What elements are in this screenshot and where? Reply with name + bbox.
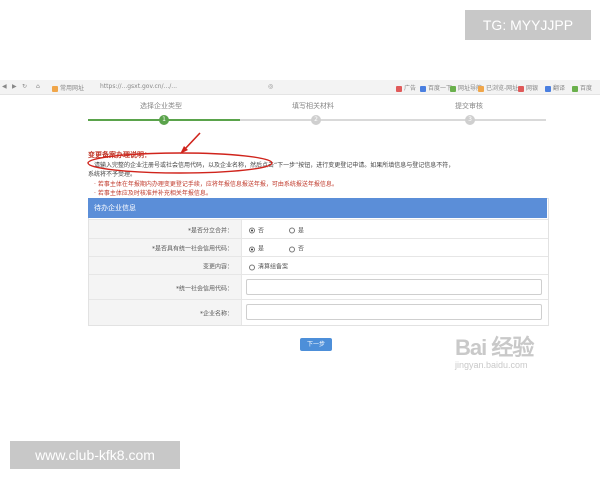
step-1-label: 选择企业类型 [140,102,182,110]
back-icon[interactable]: ◀ [2,83,7,90]
home-icon[interactable]: ⌂ [36,83,40,90]
next-button[interactable]: 下一步 [300,338,332,351]
address-bar[interactable]: https://...gsxt.gov.cn/.../... [100,83,177,90]
bookmark-6[interactable]: 网银 [518,83,538,92]
bookmark-2[interactable]: 广告 [396,83,416,92]
bookmark-1[interactable]: 常用网址 [52,83,84,92]
refresh-icon[interactable]: ↻ [22,83,27,90]
step-3-indicator: 3 [465,115,475,125]
row-label: *统一社会信用代码： [175,285,233,292]
form-row-split-merge: *是否分立合并： 否 是 [89,219,548,239]
step-3-label: 提交审核 [455,102,483,110]
watermark-top: TG: MYYJJPP [465,10,591,40]
row-label: *企业名称： [199,310,233,317]
radio-liquidation[interactable]: 清算组备案 [249,262,288,271]
bookmark-7[interactable]: 翻译 [545,83,565,92]
company-name-input[interactable] [246,304,542,320]
bookmark-3[interactable]: 百度一下 [420,83,452,92]
step-2-label: 填写相关材料 [292,102,334,110]
form-row-change-content: 变更内容： 清算组备案 [89,256,548,275]
step-1-indicator: 1 [159,115,169,125]
form-row-company-name: *企业名称： [89,299,548,325]
form-row-has-credit-code: *是否具有统一社会信用代码： 是 否 [89,238,548,257]
notice-red-1: · 若事主体在年报期内办理变更登记手续，应将年报信息报送年报，可由系统报送年报信… [94,181,338,188]
radio-no[interactable]: 否 [249,225,264,234]
row-label: *是否分立合并： [187,227,233,234]
form-row-credit-code: *统一社会信用代码： [89,274,548,300]
form-header-title: 待办企业信息 [94,204,136,212]
form-header: 待办企业信息 [88,198,547,218]
step-progress-line [240,119,546,121]
baidu-logo: Bai 经验 [455,335,534,360]
address-extra: ◎ [268,83,274,90]
notice-red-2: · 若事主体应及时核准并补充相关年报信息。 [94,190,212,197]
radio-no[interactable]: 否 [289,244,304,253]
radio-yes[interactable]: 是 [249,244,264,253]
step-2-indicator: 2 [311,115,321,125]
row-label: *是否具有统一社会信用代码： [151,245,233,253]
arrow-line [183,132,201,151]
browser-bookmarks-bar: ◀ ▶ ↻ ⌂ 常用网址 https://...gsxt.gov.cn/.../… [0,80,600,95]
baidu-url: jingyan.baidu.com [455,360,528,370]
bookmark-5[interactable]: 已浏览-网址 [478,83,518,92]
highlight-ellipse [87,152,273,174]
baidu-jingyan-watermark: Bai 经验 jingyan.baidu.com [455,330,534,370]
radio-yes[interactable]: 是 [289,225,304,234]
annotation-overlay [87,132,273,174]
watermark-bottom: www.club-kfk8.com [10,441,180,469]
row-label: 变更内容： [202,263,233,271]
credit-code-input[interactable] [246,279,542,295]
bookmark-8[interactable]: 百度 [572,83,592,92]
forward-icon[interactable]: ▶ [12,83,17,90]
